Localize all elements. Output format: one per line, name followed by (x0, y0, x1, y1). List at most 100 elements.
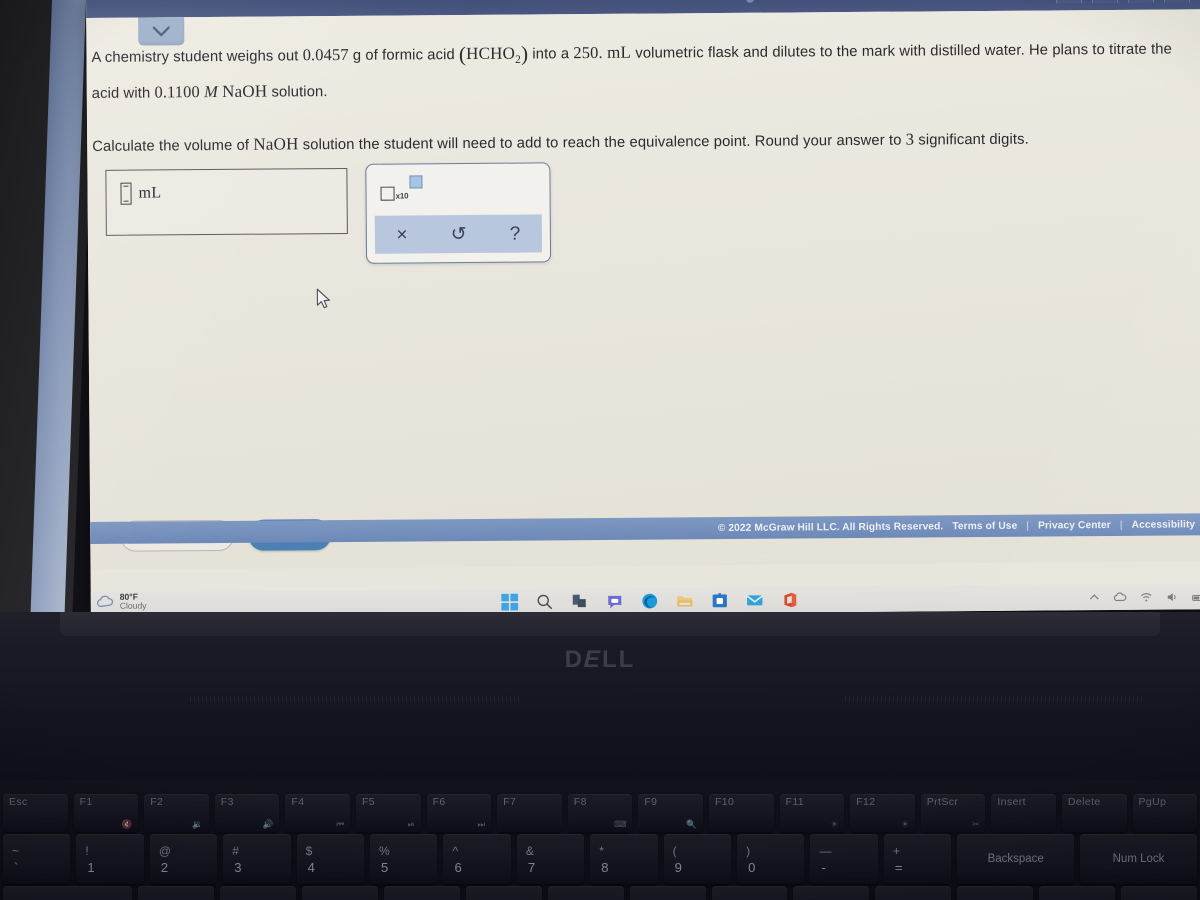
scientific-notation-button[interactable]: x10 (380, 174, 423, 201)
x10-label: x10 (395, 191, 409, 201)
key-base-label: 0 (748, 859, 756, 875)
key-1[interactable]: ! 1 (76, 834, 144, 884)
key-6[interactable]: ^ 6 (443, 834, 511, 884)
dell-logo-ll: LL (602, 646, 636, 673)
key-glyph: ⌨ (614, 819, 627, 829)
aleks-problem-page: A chemistry student weighs out 0.0457 g … (86, 9, 1200, 570)
accessibility-link[interactable]: Accessibility (1123, 519, 1200, 531)
empty-answer-box-icon[interactable] (120, 182, 132, 205)
key-tab[interactable]: Tab (3, 886, 133, 900)
key-backspace[interactable]: Backspace (957, 834, 1075, 884)
key-\[interactable]: \ (1121, 886, 1198, 900)
question-text-part: solution the student will need to add to… (298, 132, 906, 154)
keyboard-number-row: ~ `! 1 @2 #3 $4% 5 ^ 6 & 7 * 8(9) 0— - + = Backspace Num L… (0, 834, 1200, 884)
key-label: F5 (361, 796, 376, 808)
search-icon[interactable] (536, 593, 553, 610)
key-base-label: 2 (160, 859, 169, 875)
key-9[interactable]: (9 (663, 834, 732, 884)
key-y[interactable]: Y (547, 886, 624, 900)
key-e[interactable]: E (301, 886, 378, 900)
exponent-box-icon (409, 175, 423, 189)
key-4[interactable]: $4 (296, 834, 365, 884)
terms-of-use-link[interactable]: Terms of Use (943, 520, 1026, 532)
key-5[interactable]: % 5 (370, 834, 438, 884)
key-base-label: 9 (674, 859, 682, 875)
key-insert[interactable]: Insert (991, 794, 1056, 832)
palmrest (0, 712, 1200, 780)
undo-button[interactable]: ↺ (441, 222, 477, 245)
key-pgup[interactable]: PgUp (1132, 794, 1198, 832)
weather-widget[interactable]: 80°F Cloudy (95, 592, 147, 611)
key-label: PrtScr (926, 796, 959, 808)
key-0[interactable]: ) 0 (737, 834, 805, 884)
key-f2[interactable]: F2 🔉 (144, 794, 209, 832)
key-f9[interactable]: F9 🔍 (638, 794, 703, 832)
edge-icon[interactable] (641, 592, 658, 609)
key-u[interactable]: U (629, 886, 706, 900)
scientific-notation-icon (380, 186, 395, 201)
key-f4[interactable]: F4 ⏮ (285, 794, 350, 832)
key-shift-label: # (232, 843, 239, 858)
key-w[interactable]: W (219, 886, 296, 900)
key-i[interactable]: I (711, 886, 788, 900)
key-f11[interactable]: F11 ☀ (779, 794, 845, 832)
microsoft-store-icon[interactable] (711, 591, 728, 608)
speaker-grille-left (190, 696, 520, 702)
onedrive-cloud-icon[interactable] (1113, 590, 1127, 603)
help-button[interactable]: ? (500, 222, 531, 245)
key--[interactable]: — - (810, 834, 878, 884)
answer-input[interactable]: mL (105, 167, 348, 236)
browser-tab[interactable] (1163, 0, 1191, 3)
key-prtscr[interactable]: PrtScr ✂ (920, 794, 986, 832)
question-text-part: into a (528, 46, 574, 63)
key-o[interactable]: O (793, 886, 870, 900)
key-esc[interactable]: Esc (3, 794, 68, 832)
key-f5[interactable]: F5 ⏯ (355, 794, 421, 832)
privacy-center-link[interactable]: Privacy Center (1029, 519, 1120, 531)
key-delete[interactable]: Delete (1061, 794, 1127, 832)
browser-tab[interactable] (1091, 0, 1119, 4)
key-8[interactable]: * 8 (590, 834, 658, 884)
key-f7[interactable]: F7 (497, 794, 562, 832)
key-`[interactable]: ~ ` (3, 834, 71, 884)
battery-icon[interactable] (1192, 590, 1200, 603)
browser-tab[interactable] (1127, 0, 1155, 3)
key-base-label: 7 (527, 859, 536, 875)
key-label: Delete (1067, 796, 1101, 808)
key-f1[interactable]: F1 🔇 (73, 794, 139, 832)
key-num-lock[interactable]: Num Lock (1080, 834, 1197, 884)
key-}[interactable]: } (1039, 886, 1116, 900)
key-=[interactable]: + = (883, 834, 952, 884)
key-f12[interactable]: F12 ☀ (850, 794, 915, 832)
wifi-icon[interactable] (1140, 590, 1153, 603)
key-base-label: 6 (454, 859, 462, 875)
key-p[interactable]: P (875, 886, 952, 900)
chevron-up-icon[interactable] (1088, 591, 1101, 604)
clear-button[interactable]: × (386, 223, 417, 246)
office-icon[interactable] (781, 591, 798, 608)
keyboard-qwerty-row: Tab QWERTYUIOP {} \ (0, 886, 1200, 900)
key-f6[interactable]: F6 ⏭ (426, 794, 492, 832)
key-7[interactable]: & 7 (516, 834, 585, 884)
key-3[interactable]: #3 (223, 834, 291, 884)
mail-icon[interactable] (746, 591, 763, 608)
key-shift-label: % (379, 843, 390, 858)
key-base-label: 1 (87, 859, 95, 875)
browser-tab[interactable] (1055, 0, 1083, 4)
answer-input-content: mL (120, 182, 161, 205)
file-explorer-icon[interactable] (676, 592, 693, 609)
chat-icon[interactable] (606, 592, 623, 609)
key-2[interactable]: @2 (149, 834, 218, 884)
start-icon[interactable] (501, 593, 519, 611)
key-f10[interactable]: F10 (708, 794, 774, 832)
key-label: F12 (856, 796, 876, 808)
key-f8[interactable]: F8 ⌨ (567, 794, 633, 832)
key-shift-label: ! (85, 843, 89, 858)
key-t[interactable]: T (465, 886, 542, 900)
task-view-icon[interactable] (571, 593, 588, 610)
key-r[interactable]: R (383, 886, 460, 900)
speaker-icon[interactable] (1166, 590, 1179, 603)
key-q[interactable]: Q (138, 886, 214, 900)
key-{[interactable]: { (957, 886, 1034, 900)
key-f3[interactable]: F3 🔊 (214, 794, 280, 832)
